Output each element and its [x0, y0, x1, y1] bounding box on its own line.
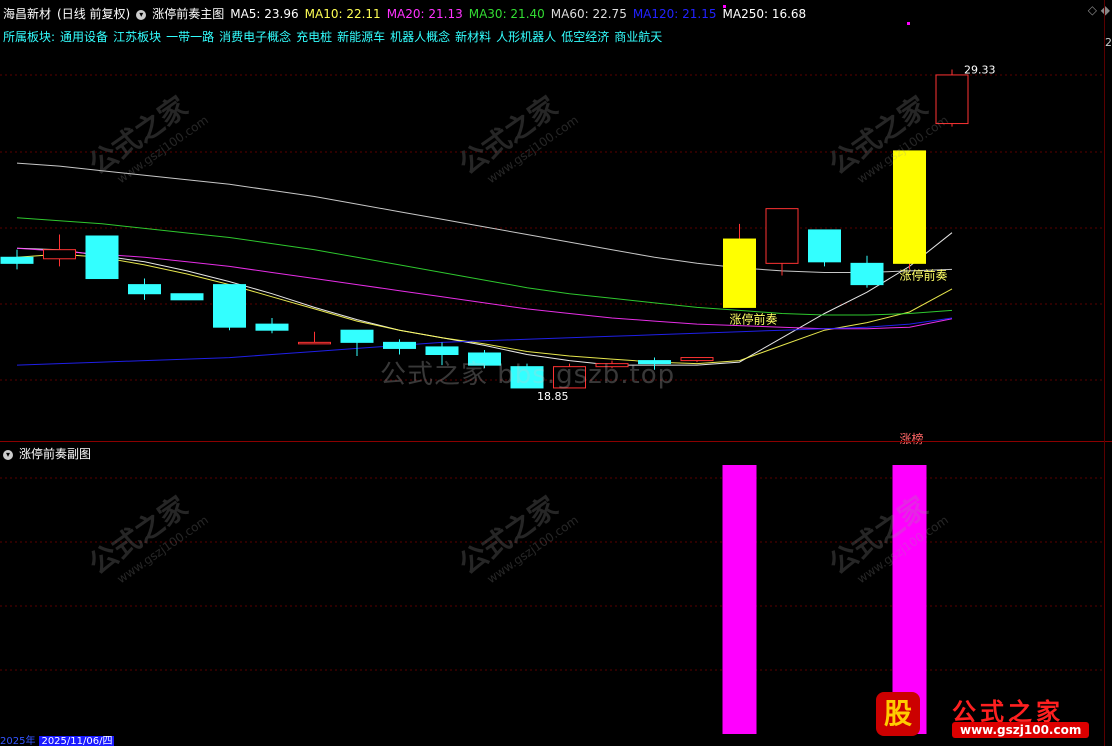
candle-body [680, 357, 714, 362]
current-date-label: 2025/11/06/四 [39, 736, 115, 746]
candle-body [765, 208, 799, 264]
signal-tag: 涨榜 [900, 431, 924, 446]
signal-bar [722, 465, 757, 734]
signal-label: 涨停前奏 [730, 311, 778, 326]
logo-url: www.gszj100.com [952, 722, 1090, 738]
logo-badge: 股 [876, 692, 920, 736]
ma-line-ma10 [16, 253, 953, 365]
panel-divider[interactable] [0, 441, 1112, 442]
candle-body [893, 150, 926, 264]
candle-body [85, 235, 119, 280]
right-axis-line [1104, 0, 1105, 746]
sub-panel-header: ▾ 涨停前奏副图 [3, 445, 97, 463]
candle-body [170, 293, 204, 301]
sub-panel-title[interactable]: 涨停前奏副图 [19, 447, 91, 461]
signal-dot [907, 22, 910, 25]
candle-body [808, 229, 841, 263]
candle-body [340, 329, 374, 343]
site-logo: 股 公式之家 www.gszj100.com [872, 688, 1112, 746]
candle-body [850, 262, 884, 286]
candle-body [255, 323, 289, 331]
date-axis: 2025年 2025/11/06/四 [0, 736, 115, 746]
watermark-center: 公式之家 bbs.gszb.top [380, 360, 676, 390]
candle-body [298, 341, 331, 345]
signal-label: 涨停前奏 [900, 267, 948, 282]
low-price-label: 18.85 [537, 390, 569, 403]
candle-body [383, 341, 416, 349]
chevron-down-icon[interactable]: ▾ [3, 449, 13, 460]
date-year-label: 2025年 [0, 736, 36, 746]
candle-body [128, 284, 161, 295]
candle-body [0, 256, 34, 264]
high-price-label: 29.33 [964, 63, 996, 76]
candle-body [723, 238, 756, 308]
signal-dot [723, 5, 726, 8]
chart-window: 海昌新材 (日线 前复权) ▾ 涨停前奏主图 MA5: 23.96 MA10: 22.11… [0, 0, 1112, 746]
candle-body [213, 284, 246, 328]
candle-body [43, 249, 76, 260]
